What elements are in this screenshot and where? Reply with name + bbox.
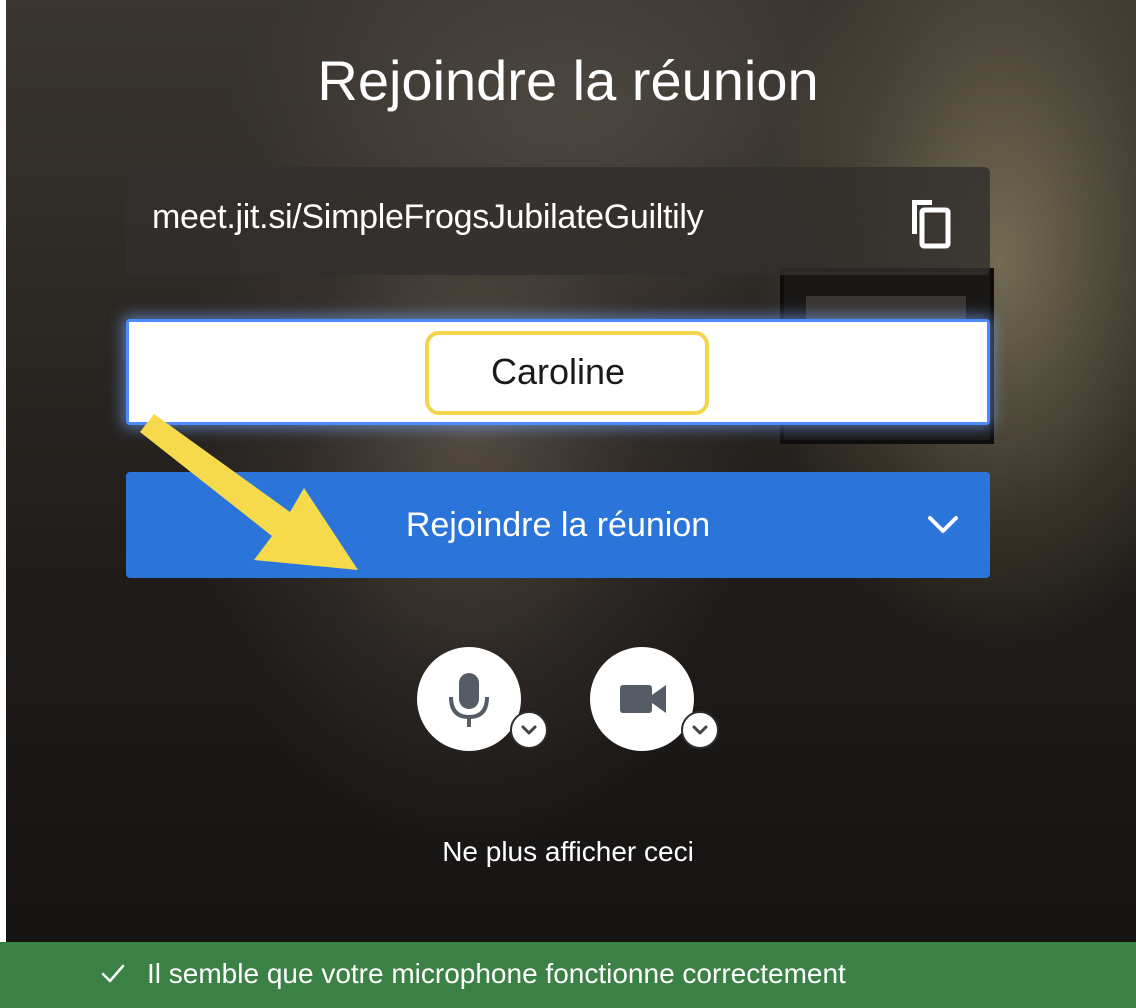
- chevron-down-icon[interactable]: [926, 510, 960, 540]
- meeting-url-text: meet.jit.si/SimpleFrogsJubilateGuiltily: [152, 198, 704, 236]
- checkmark-icon: [101, 964, 125, 983]
- microphone-button[interactable]: [417, 647, 521, 751]
- microphone-options-button[interactable]: [510, 711, 548, 749]
- prejoin-screen: Rejoindre la réunion meet.jit.si/SimpleF…: [0, 0, 1136, 1008]
- join-button-label: Rejoindre la réunion: [405, 506, 711, 544]
- display-name-input[interactable]: [126, 319, 990, 425]
- video-camera-icon: [620, 685, 666, 713]
- camera-button[interactable]: [590, 647, 694, 751]
- mic-status-bar: Il semble que votre microphone fonctionn…: [0, 942, 1136, 1008]
- page-title: Rejoindre la réunion: [317, 49, 819, 112]
- join-meeting-button[interactable]: Rejoindre la réunion: [126, 472, 990, 578]
- camera-options-button[interactable]: [681, 711, 719, 749]
- dont-show-again-link[interactable]: Ne plus afficher ceci: [0, 836, 1136, 868]
- microphone-icon: [449, 673, 489, 727]
- chevron-down-icon: [692, 725, 708, 735]
- copy-icon[interactable]: [906, 196, 954, 250]
- mic-status-text: Il semble que votre microphone fonctionn…: [147, 958, 846, 989]
- chevron-down-icon: [521, 725, 537, 735]
